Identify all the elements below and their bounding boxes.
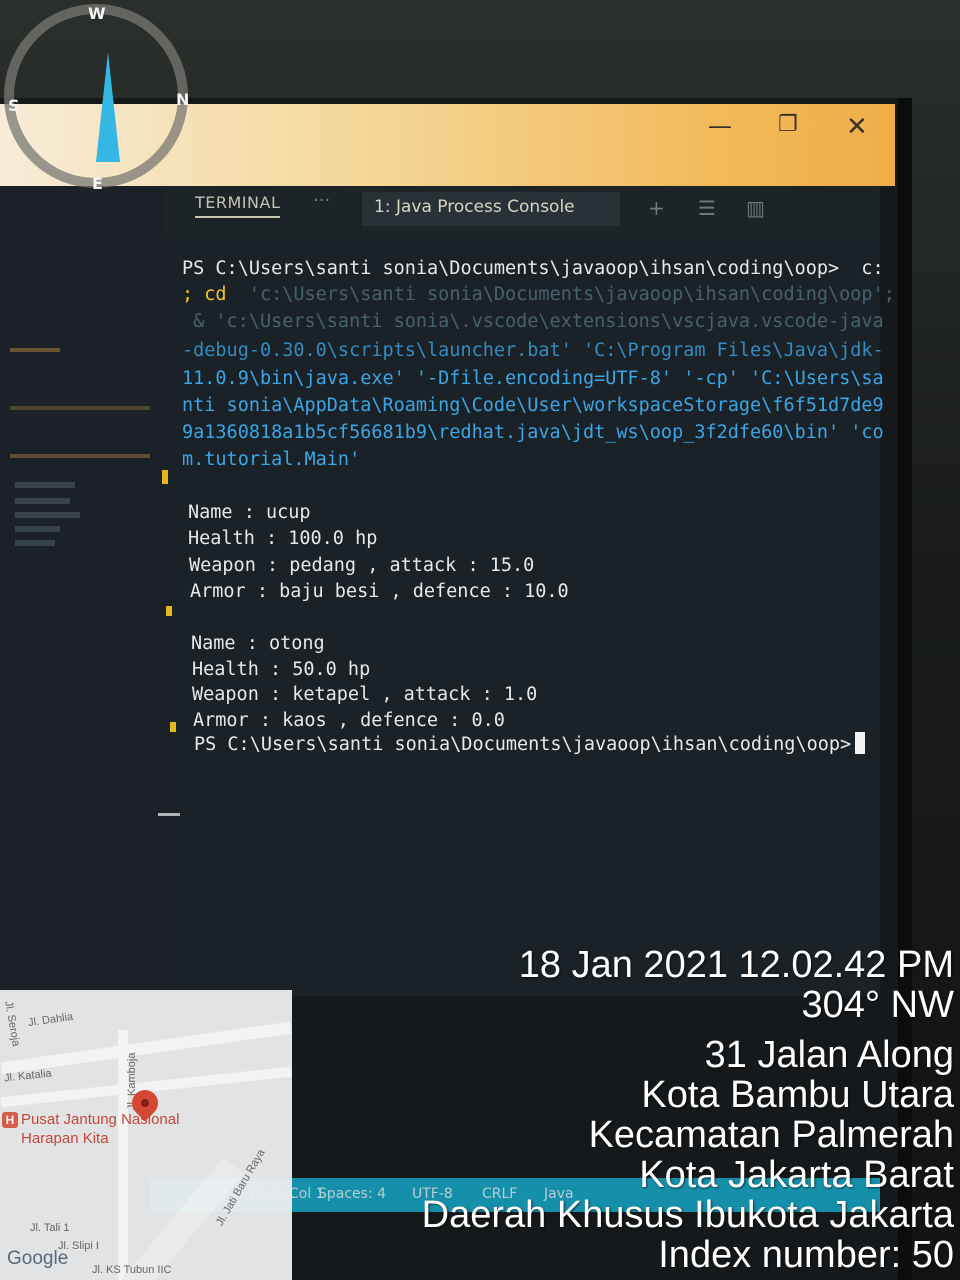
stamp-datetime: 18 Jan 2021 12.02.42 PM xyxy=(518,944,954,986)
player2-weapon: Weapon : ketapel , attack : 1.0 xyxy=(192,684,538,705)
terminal-line: & 'c:\Users\santi sonia\.vscode\extensio… xyxy=(182,311,884,332)
sidebar-blur-line xyxy=(15,482,75,488)
sidebar-blur-line xyxy=(10,454,150,458)
stamp-index: Index number: 50 xyxy=(658,1234,954,1276)
player2-armor: Armor : kaos , defence : 0.0 xyxy=(193,710,505,731)
player2-name: Name : otong xyxy=(191,633,325,654)
map-road xyxy=(0,1021,292,1075)
editor-sidebar xyxy=(0,186,165,996)
terminal-final-prompt[interactable]: PS C:\Users\santi sonia\Documents\javaoo… xyxy=(194,732,866,755)
compass-needle-icon xyxy=(96,52,120,162)
stamp-address-line: Daerah Khusus Ibukota Jakarta xyxy=(421,1194,954,1236)
map-label: Jl. Tali 1 xyxy=(30,1222,70,1234)
map-label: Jl. Seroja xyxy=(2,1000,22,1048)
compass-overlay: W N E S xyxy=(4,4,190,193)
player2-health: Health : 50.0 hp xyxy=(192,659,371,680)
hospital-icon: H xyxy=(2,1112,18,1128)
compass-letter-right: N xyxy=(176,90,190,109)
player1-name: Name : ucup xyxy=(188,502,311,523)
terminal-line: nti sonia\AppData\Roaming\Code\User\work… xyxy=(182,395,884,416)
compass-letter-top: W xyxy=(88,4,106,23)
player1-health: Health : 100.0 hp xyxy=(188,528,378,549)
status-spaces[interactable]: Spaces: 4 xyxy=(318,1186,386,1202)
map-poi-label: Pusat Jantung Nasional Harapan Kita xyxy=(21,1111,180,1147)
terminal-line: 11.0.9\bin\java.exe' '-Dfile.encoding=UT… xyxy=(182,368,884,389)
map-thumbnail: Jl. Seroja Jl. Dahlia Jl. Katalia Jl. Ka… xyxy=(0,990,292,1280)
stamp-address-line: Kecamatan Palmerah xyxy=(588,1114,954,1156)
terminal-select[interactable]: 1: Java Process Console xyxy=(362,192,620,226)
terminal-cmd: ; cd xyxy=(182,284,227,305)
close-button[interactable]: ✕ xyxy=(846,112,868,142)
compass-letter-left: S xyxy=(8,96,20,115)
more-icon[interactable]: ··· xyxy=(313,190,330,211)
prompt-text: PS C:\Users\santi sonia\Documents\javaoo… xyxy=(194,734,852,755)
sidebar-blur-line xyxy=(10,406,150,410)
sidebar-blur-line xyxy=(10,348,60,352)
terminal-cmd-arg: 'c:\Users\santi sonia\Documents\javaoop\… xyxy=(226,284,895,305)
sidebar-blur-line xyxy=(15,540,55,546)
split-terminal-icon[interactable]: ☰ xyxy=(698,196,716,220)
stamp-heading: 304° NW xyxy=(801,984,954,1026)
terminal-cursor xyxy=(855,732,866,754)
sidebar-blur-line xyxy=(15,498,70,504)
stamp-address-line: Kota Jakarta Barat xyxy=(639,1154,954,1196)
add-terminal-icon[interactable]: + xyxy=(648,196,665,220)
sidebar-blur-line xyxy=(15,512,80,518)
google-logo: Google xyxy=(7,1248,69,1269)
terminal-line: m.tutorial.Main' xyxy=(182,449,361,470)
trash-icon[interactable]: ▥ xyxy=(746,196,765,220)
gutter-marker xyxy=(162,470,168,484)
player1-weapon: Weapon : pedang , attack : 15.0 xyxy=(189,555,535,576)
terminal-line: -debug-0.30.0\scripts\launcher.bat' 'C:\… xyxy=(182,340,884,361)
compass-letter-bottom: E xyxy=(92,174,103,193)
scroll-indicator xyxy=(158,813,180,816)
map-label: Jl. Dahlia xyxy=(27,1010,74,1030)
gutter-marker xyxy=(170,722,176,732)
minimize-button[interactable]: — xyxy=(708,112,732,140)
terminal-line: PS C:\Users\santi sonia\Documents\javaoo… xyxy=(182,258,884,279)
player1-armor: Armor : baju besi , defence : 10.0 xyxy=(190,581,569,602)
stamp-address-line: Kota Bambu Utara xyxy=(641,1074,954,1116)
sidebar-blur-line xyxy=(15,526,60,532)
terminal-line: ; cd 'c:\Users\santi sonia\Documents\jav… xyxy=(182,284,895,305)
stamp-address-line: 31 Jalan Along xyxy=(704,1034,954,1076)
maximize-button[interactable]: ❐ xyxy=(778,112,798,137)
map-label: Jl. KS Tubun IIC xyxy=(92,1264,172,1276)
tab-terminal[interactable]: TERMINAL xyxy=(195,193,281,218)
gutter-marker xyxy=(166,606,172,616)
terminal-line: 9a1360818a1b5cf56681b9\redhat.java\jdt_w… xyxy=(182,422,884,443)
